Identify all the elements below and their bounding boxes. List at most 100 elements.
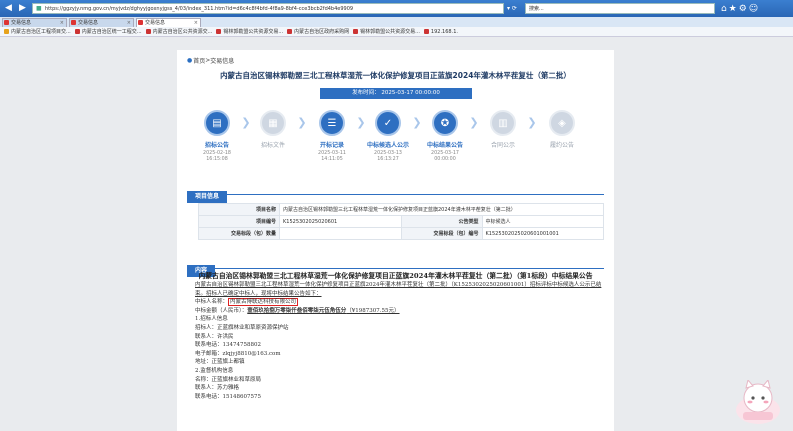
step-label: 招标文件 [260, 142, 285, 149]
tab-3[interactable]: 交易信息 × [136, 18, 201, 27]
label-cell: 项目编号 [198, 215, 280, 228]
bookmark[interactable]: 内蒙古自治区公共资源交... [145, 28, 212, 35]
star-icon [4, 29, 9, 34]
site-icon [74, 29, 80, 34]
amount-value: （¥1987307.55元） [346, 307, 400, 314]
step-date: 2025-03-17 00:00:00 [431, 151, 459, 162]
site-icon [71, 20, 76, 25]
document-icon: ▦ [260, 110, 286, 136]
label-cell: 交易标段（包）数量 [198, 227, 280, 240]
step-1[interactable]: ▤ 招标公告 2025-02-18 16:15:08 [187, 110, 247, 163]
refresh-icon[interactable]: ▾ ⟳ [507, 5, 517, 12]
label-cell: 公告类型 [400, 215, 483, 228]
step-date: 2025-02-18 16:15:08 [203, 151, 231, 162]
table-row: 交易标段（包）数量 交易标段（包）编号 K1525302025020601001… [198, 227, 604, 240]
contact-info: 1.招标人信息 招标人：正蓝旗林业和草原资源保护站 联系人：许洪民联系电话：1347… [187, 315, 604, 401]
step-date: 2025-03-11 14:11:05 [318, 151, 346, 162]
handshake-icon: ◈ [549, 110, 575, 136]
bookmark[interactable]: 内蒙古自治区统一工程交... [74, 28, 142, 35]
publish-time: 发布时间： 2025-03-17 00:00:00 [320, 88, 472, 99]
content-header: 内容 [187, 257, 604, 277]
search-input[interactable]: 搜索... [524, 3, 715, 14]
doc-line: 联系人：许洪民 [195, 333, 234, 340]
step-4[interactable]: ✓ 中标候选人公示 2025-03-13 16:13:27 [358, 110, 418, 163]
step-2[interactable]: ▦ 招标文件 [243, 110, 303, 157]
site-icon [145, 29, 151, 34]
site-icon [138, 20, 143, 25]
winner-name: 内蒙古博联达科技有限公司 [228, 298, 299, 307]
back-icon[interactable]: ◀ [3, 3, 14, 14]
bookmark[interactable]: 192.168.1. [423, 29, 458, 35]
step-date: 2025-03-13 16:13:27 [374, 151, 402, 162]
content-page: ● 首页 > 交易信息 内蒙古自治区锡林郭勒盟三北工程林草湿荒一体化保护修复项目… [177, 50, 614, 431]
value-cell: 中标候选人 [481, 215, 604, 228]
project-info-table: 项目名称 内蒙古自治区锡林郭勒盟三北工程林草湿荒一体化保护修复项目正蓝旗2024… [198, 203, 604, 240]
intro-paragraph: 内蒙古自治区锡林郭勒盟三北工程林草湿荒一体化保护修复项目正蓝旗2024年灌木林平… [195, 282, 602, 297]
section-title: 项目信息 [187, 191, 228, 203]
step-7[interactable]: ◈ 履约公告 [532, 110, 592, 157]
value-cell: 内蒙古自治区锡林郭勒盟三北工程林草湿荒一体化保护修复项目正蓝旗2024年灌木林平… [279, 203, 604, 216]
amount-words: 壹佰玖拾捌万零柒仟叁佰零柒元伍角伍分 [247, 307, 347, 314]
doc-line: 1.招标人信息 [195, 316, 228, 323]
step-label: 开标记录 [319, 142, 344, 149]
step-label: 履约公告 [549, 142, 574, 149]
step-label: 中标结果公告 [426, 142, 463, 149]
mascot-widget-icon[interactable] [733, 380, 783, 425]
contract-icon: ▥ [490, 110, 516, 136]
bookmark[interactable]: 锡林郭勒盟公共资源交易... [353, 28, 420, 35]
browser-toolbar: ◀ ▶ ■ https://ggzyjy.nmg.gov.cn/myjvdz/d… [0, 0, 793, 17]
bookmark[interactable]: 内蒙古自治区工程项目交... [4, 28, 71, 35]
breadcrumb-current[interactable]: 交易信息 [210, 56, 234, 65]
site-icon [287, 29, 293, 34]
step-3[interactable]: ☰ 开标记录 2025-03-11 14:11:05 [302, 110, 362, 163]
step-date [473, 151, 533, 157]
tab-1[interactable]: 交易信息 × [2, 18, 67, 27]
site-icon [423, 29, 429, 34]
value-cell: K1525302025020601001001 [481, 227, 604, 240]
toolbar-icons[interactable]: ⌂★⚙☺ [721, 4, 760, 14]
step-label: 招标公告 [204, 142, 229, 149]
doc-line: 联系电话：13474758802 [195, 342, 261, 349]
announcement-body: 内蒙古自治区锡林郭勒盟三北工程林草湿荒一体化保护修复项目正蓝旗2024年灌木林平… [187, 272, 604, 401]
check-icon: ✓ [375, 110, 401, 136]
doc-line: 联系电话：15148607575 [195, 393, 261, 400]
table-row: 项目编号 K1525302025020601 公告类型 中标候选人 [198, 215, 604, 228]
site-icon [353, 29, 359, 34]
bookmark[interactable]: 内蒙古自治区政府采购网 [287, 28, 349, 35]
announcement-title: 内蒙古自治区锡林郭勒盟三北工程林草湿荒一体化保护修复项目正蓝旗2024年灌木林平… [198, 272, 593, 280]
label-cell: 项目名称 [198, 203, 280, 216]
step-5[interactable]: ✪ 中标结果公告 2025-03-17 00:00:00 [415, 110, 475, 163]
project-info-header: 项目信息 [187, 183, 604, 203]
table-row: 项目名称 内蒙古自治区锡林郭勒盟三北工程林草湿荒一体化保护修复项目正蓝旗2024… [198, 203, 604, 216]
clipboard-icon: ▤ [204, 110, 230, 136]
step-label: 合同公示 [490, 142, 515, 149]
breadcrumb: ● 首页 > 交易信息 [187, 56, 235, 65]
lock-icon: ■ [36, 5, 42, 12]
breadcrumb-home[interactable]: 首页 [193, 56, 205, 65]
doc-line: 联系人：苏力雅格 [195, 385, 240, 392]
step-date [243, 151, 303, 157]
doc-line: 2.监督机构信息 [195, 367, 234, 374]
doc-line: 电子邮箱：zlqjyj8810@163.com [195, 350, 281, 357]
url-text: https://ggzyjy.nmg.gov.cn/myjvdz/dghyyjg… [45, 6, 354, 12]
bookmark[interactable]: 锡林郭勒盟公共资源交易... [216, 28, 283, 35]
step-label: 中标候选人公示 [366, 142, 409, 149]
site-icon [216, 29, 222, 34]
forward-icon[interactable]: ▶ [17, 3, 28, 14]
step-date [532, 151, 592, 157]
medal-icon: ✪ [432, 110, 458, 136]
site-icon [4, 20, 9, 25]
doc-line: 地址：正蓝旗上都镇 [195, 359, 245, 366]
doc-line: 招标人：正蓝旗林业和草原资源保护站 [195, 324, 289, 331]
location-pin-icon: ● [187, 57, 193, 64]
winner-line: 中标人名称： 内蒙古博联达科技有限公司 [195, 298, 299, 307]
address-bar[interactable]: ■ https://ggzyjy.nmg.gov.cn/myjvdz/dghyy… [32, 3, 504, 14]
amount-line: 中标金额（人民币）：壹佰玖拾捌万零柒仟叁佰零柒元伍角伍分（¥1987307.55… [195, 307, 400, 314]
tab-2[interactable]: 交易信息 × [69, 18, 134, 27]
step-6[interactable]: ▥ 合同公示 [473, 110, 533, 157]
doc-line: 名称：正蓝旗林业和草原局 [195, 376, 262, 383]
value-cell [279, 227, 402, 240]
bookmarks-bar: 内蒙古自治区工程项目交... 内蒙古自治区统一工程交... 内蒙古自治区公共资源… [0, 27, 793, 37]
label-cell: 交易标段（包）编号 [400, 227, 483, 240]
tab-strip: 交易信息 × 交易信息 × 交易信息 × [0, 17, 793, 27]
